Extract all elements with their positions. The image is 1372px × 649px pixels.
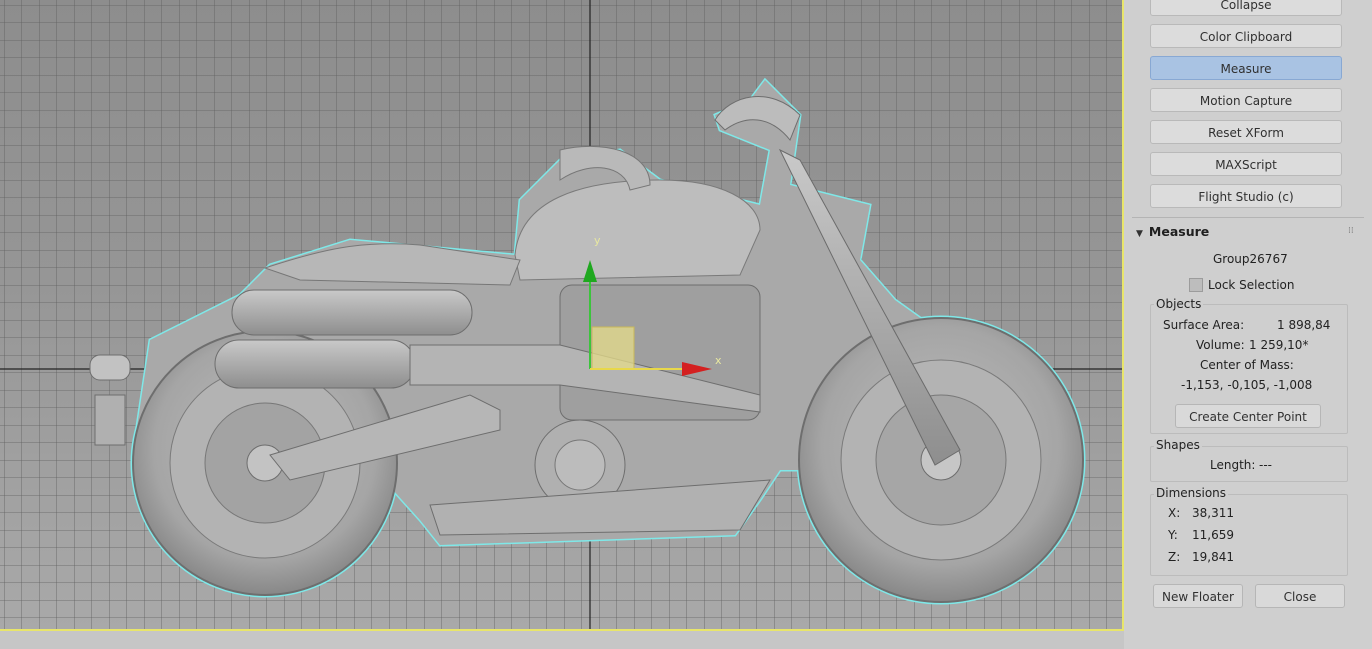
objects-label: Objects (1154, 297, 1204, 311)
lock-selection-label: Lock Selection (1208, 278, 1295, 292)
grip-icon: ⁞⁞ (1348, 226, 1354, 236)
surface-area-value: 1 898,84 (1277, 318, 1331, 332)
gizmo-x-label: x (715, 354, 722, 367)
center-of-mass-label: Center of Mass: (1200, 358, 1294, 372)
status-strip (0, 631, 1124, 649)
shapes-label: Shapes (1154, 438, 1202, 452)
collapse-triangle-icon: ▼ (1136, 229, 1143, 239)
dimension-x-label: X: (1168, 506, 1181, 520)
measure-button[interactable]: Measure (1150, 56, 1342, 80)
length-label: Length: (1210, 458, 1256, 472)
flight-studio-button[interactable]: Flight Studio (c) (1150, 184, 1342, 208)
dimension-y-value: 11,659 (1192, 528, 1234, 542)
viewport-canvas: y x (0, 0, 1122, 629)
object-name: Group26767 (1213, 252, 1288, 266)
volume-label: Volume: (1196, 338, 1245, 352)
measure-rollout-title: Measure (1148, 224, 1210, 239)
measure-rollout-header[interactable]: ▼ Measure (1136, 224, 1364, 242)
close-button[interactable]: Close (1255, 584, 1345, 608)
viewport-front[interactable]: y x (0, 0, 1124, 631)
dimension-x-value: 38,311 (1192, 506, 1234, 520)
center-of-mass-value: -1,153, -0,105, -1,008 (1181, 378, 1313, 392)
length-value: --- (1259, 458, 1272, 472)
maxscript-button[interactable]: MAXScript (1150, 152, 1342, 176)
surface-area-label: Surface Area: (1163, 318, 1245, 332)
reset-xform-button[interactable]: Reset XForm (1150, 120, 1342, 144)
new-floater-button[interactable]: New Floater (1153, 584, 1243, 608)
dimension-z-value: 19,841 (1192, 550, 1234, 564)
lock-selection-checkbox[interactable] (1189, 278, 1203, 292)
dimension-y-label: Y: (1168, 528, 1178, 542)
create-center-point-button[interactable]: Create Center Point (1175, 404, 1321, 428)
gizmo-y-label: y (594, 234, 601, 247)
collapse-button[interactable]: Collapse (1150, 0, 1342, 16)
color-clipboard-button[interactable]: Color Clipboard (1150, 24, 1342, 48)
dimensions-label: Dimensions (1154, 486, 1229, 500)
motion-capture-button[interactable]: Motion Capture (1150, 88, 1342, 112)
divider (1132, 217, 1364, 218)
dimension-z-label: Z: (1168, 550, 1181, 564)
volume-value: 1 259,10* (1249, 338, 1309, 352)
